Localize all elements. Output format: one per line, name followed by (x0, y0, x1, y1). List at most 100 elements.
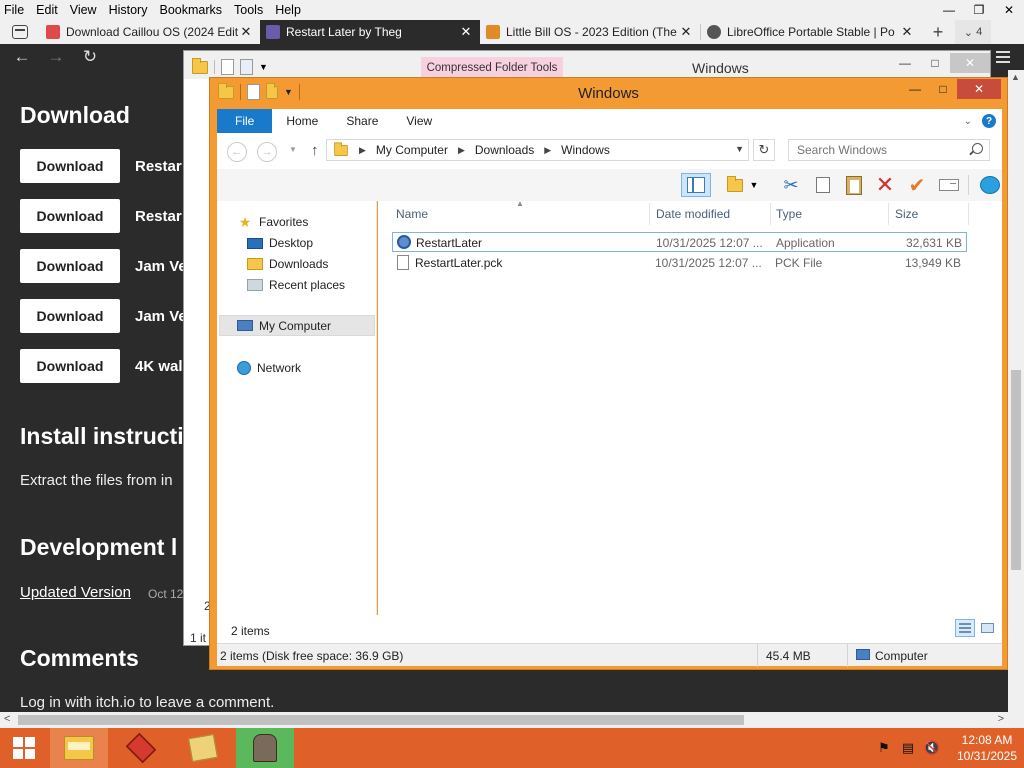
forward-icon[interactable]: → (257, 142, 277, 162)
help-icon[interactable]: ? (982, 114, 996, 128)
taskbar-restart-later[interactable] (236, 728, 294, 768)
column-name[interactable]: Name (396, 207, 428, 221)
download-button[interactable]: Download (20, 199, 120, 233)
refresh-icon[interactable]: ↻ (753, 139, 775, 161)
minimize-icon[interactable]: — (901, 79, 929, 99)
scroll-thumb[interactable] (1011, 370, 1021, 570)
chevron-right-icon[interactable]: ▶ (458, 145, 465, 156)
up-icon[interactable]: ↑ (311, 142, 319, 159)
close-icon[interactable]: ✕ (994, 0, 1024, 20)
tab-list-button[interactable] (0, 20, 40, 44)
nav-desktop[interactable]: Desktop (247, 232, 375, 253)
scroll-thumb[interactable] (18, 715, 744, 725)
breadcrumb-my-computer[interactable]: My Computer (376, 143, 448, 157)
taskbar-file-explorer[interactable] (50, 728, 108, 768)
minimize-icon[interactable]: — (890, 53, 920, 73)
download-button[interactable]: Download (20, 249, 120, 283)
nav-recent-places[interactable]: Recent places (247, 274, 375, 295)
close-icon[interactable]: ✕ (950, 53, 990, 73)
menu-tools[interactable]: Tools (228, 3, 269, 17)
devlog-link[interactable]: Updated Version (20, 584, 131, 601)
chevron-down-icon[interactable]: ▼ (735, 144, 744, 154)
scroll-right-icon[interactable]: > (998, 713, 1004, 725)
internet-button[interactable] (978, 173, 1002, 197)
chevron-right-icon[interactable]: ▶ (359, 145, 366, 156)
maximize-icon[interactable]: □ (929, 79, 957, 99)
menu-edit[interactable]: Edit (30, 3, 64, 17)
nav-favorites[interactable]: ★ Favorites (237, 211, 375, 232)
page-vertical-scrollbar[interactable]: ▲ (1008, 70, 1024, 712)
breadcrumb-windows[interactable]: Windows (561, 143, 610, 157)
tab-caillou-os[interactable]: Download Caillou OS (2024 Edit ✕ (40, 20, 260, 44)
comments-login-text[interactable]: Log in with itch.io to leave a comment. (20, 694, 274, 711)
expand-ribbon-icon[interactable]: ⌄ (964, 116, 972, 127)
column-type[interactable]: Type (776, 207, 802, 221)
tab-close-icon[interactable]: ✕ (899, 24, 915, 40)
menu-view[interactable]: View (64, 3, 103, 17)
download-button[interactable]: Download (20, 299, 120, 333)
move-to-button[interactable] (723, 173, 747, 197)
column-divider[interactable] (649, 203, 650, 225)
menu-file[interactable]: File (0, 3, 30, 17)
tab-libreoffice[interactable]: LibreOffice Portable Stable | Po ✕ (701, 20, 921, 44)
select-button[interactable]: ✔ (905, 173, 929, 197)
search-box[interactable] (788, 139, 990, 161)
large-icons-view-button[interactable] (977, 619, 997, 637)
minimize-icon[interactable]: — (934, 0, 964, 20)
column-size[interactable]: Size (895, 207, 918, 221)
nav-my-computer[interactable]: My Computer (219, 315, 375, 336)
move-to-dropdown[interactable]: ▼ (747, 173, 761, 197)
properties-icon[interactable] (221, 59, 234, 75)
tab-restart-later[interactable]: Restart Later by Theg ✕ (260, 20, 480, 44)
menu-bookmarks[interactable]: Bookmarks (153, 3, 228, 17)
tab-file[interactable]: File (217, 109, 273, 133)
tab-view[interactable]: View (392, 109, 446, 133)
taskbar-notes-app[interactable] (174, 728, 232, 768)
restore-icon[interactable]: ❐ (964, 0, 994, 20)
download-button[interactable]: Download (20, 149, 120, 183)
new-folder-icon[interactable] (240, 59, 253, 75)
column-divider[interactable] (888, 203, 889, 225)
tab-close-icon[interactable]: ✕ (458, 24, 474, 40)
tab-share[interactable]: Share (332, 109, 392, 133)
maximize-icon[interactable]: □ (920, 53, 950, 73)
clock[interactable]: 12:08 AM 10/31/2025 (950, 732, 1024, 764)
back-icon[interactable]: ← (227, 142, 247, 162)
compressed-folder-tools-tab[interactable]: Compressed Folder Tools (421, 57, 563, 79)
new-tab-button[interactable]: + (921, 20, 955, 44)
network-tray-icon[interactable]: ▤ (896, 740, 920, 756)
rename-button[interactable] (937, 173, 961, 197)
breadcrumb-downloads[interactable]: Downloads (475, 143, 534, 157)
back-icon[interactable]: ← (11, 47, 33, 67)
column-divider[interactable] (770, 203, 771, 225)
scroll-up-icon[interactable]: ▲ (1011, 72, 1020, 82)
paste-button[interactable] (842, 173, 866, 197)
address-bar[interactable]: ▶ My Computer ▶ Downloads ▶ Windows ▼ (326, 139, 749, 161)
copy-button[interactable] (811, 173, 835, 197)
start-button[interactable] (0, 728, 48, 768)
title-bar[interactable]: ▼ Windows — □ ✕ (210, 78, 1007, 108)
page-horizontal-scrollbar[interactable]: < > (0, 712, 1024, 728)
title-bar[interactable]: ▼ Compressed Folder Tools Windows — □ ✕ (184, 51, 990, 79)
forward-icon[interactable]: → (45, 47, 67, 67)
close-icon[interactable]: ✕ (957, 79, 1001, 99)
scroll-left-icon[interactable]: < (4, 713, 10, 725)
layout-pane-button[interactable] (681, 173, 711, 197)
delete-button[interactable]: ✕ (873, 172, 897, 197)
tab-home[interactable]: Home (272, 109, 332, 133)
reload-icon[interactable]: ↻ (79, 47, 101, 67)
column-date-modified[interactable]: Date modified (656, 207, 730, 221)
file-row[interactable]: RestartLater 10/31/2025 12:07 ... Applic… (392, 232, 967, 252)
chevron-right-icon[interactable]: ▶ (544, 145, 551, 156)
taskbar-pck-app[interactable] (112, 728, 170, 768)
download-button[interactable]: Download (20, 349, 120, 383)
tab-close-icon[interactable]: ✕ (238, 24, 254, 40)
explorer-window[interactable]: ▼ Windows — □ ✕ File Home Share View ⌄ ?… (209, 77, 1008, 670)
cut-button[interactable]: ✂ (779, 173, 803, 197)
menu-history[interactable]: History (103, 3, 154, 17)
tab-little-bill-os[interactable]: Little Bill OS - 2023 Edition (The ✕ (480, 20, 700, 44)
search-icon[interactable] (972, 143, 983, 154)
recent-locations-icon[interactable]: ▼ (289, 145, 297, 154)
nav-network[interactable]: Network (237, 357, 375, 378)
menu-help[interactable]: Help (269, 3, 307, 17)
